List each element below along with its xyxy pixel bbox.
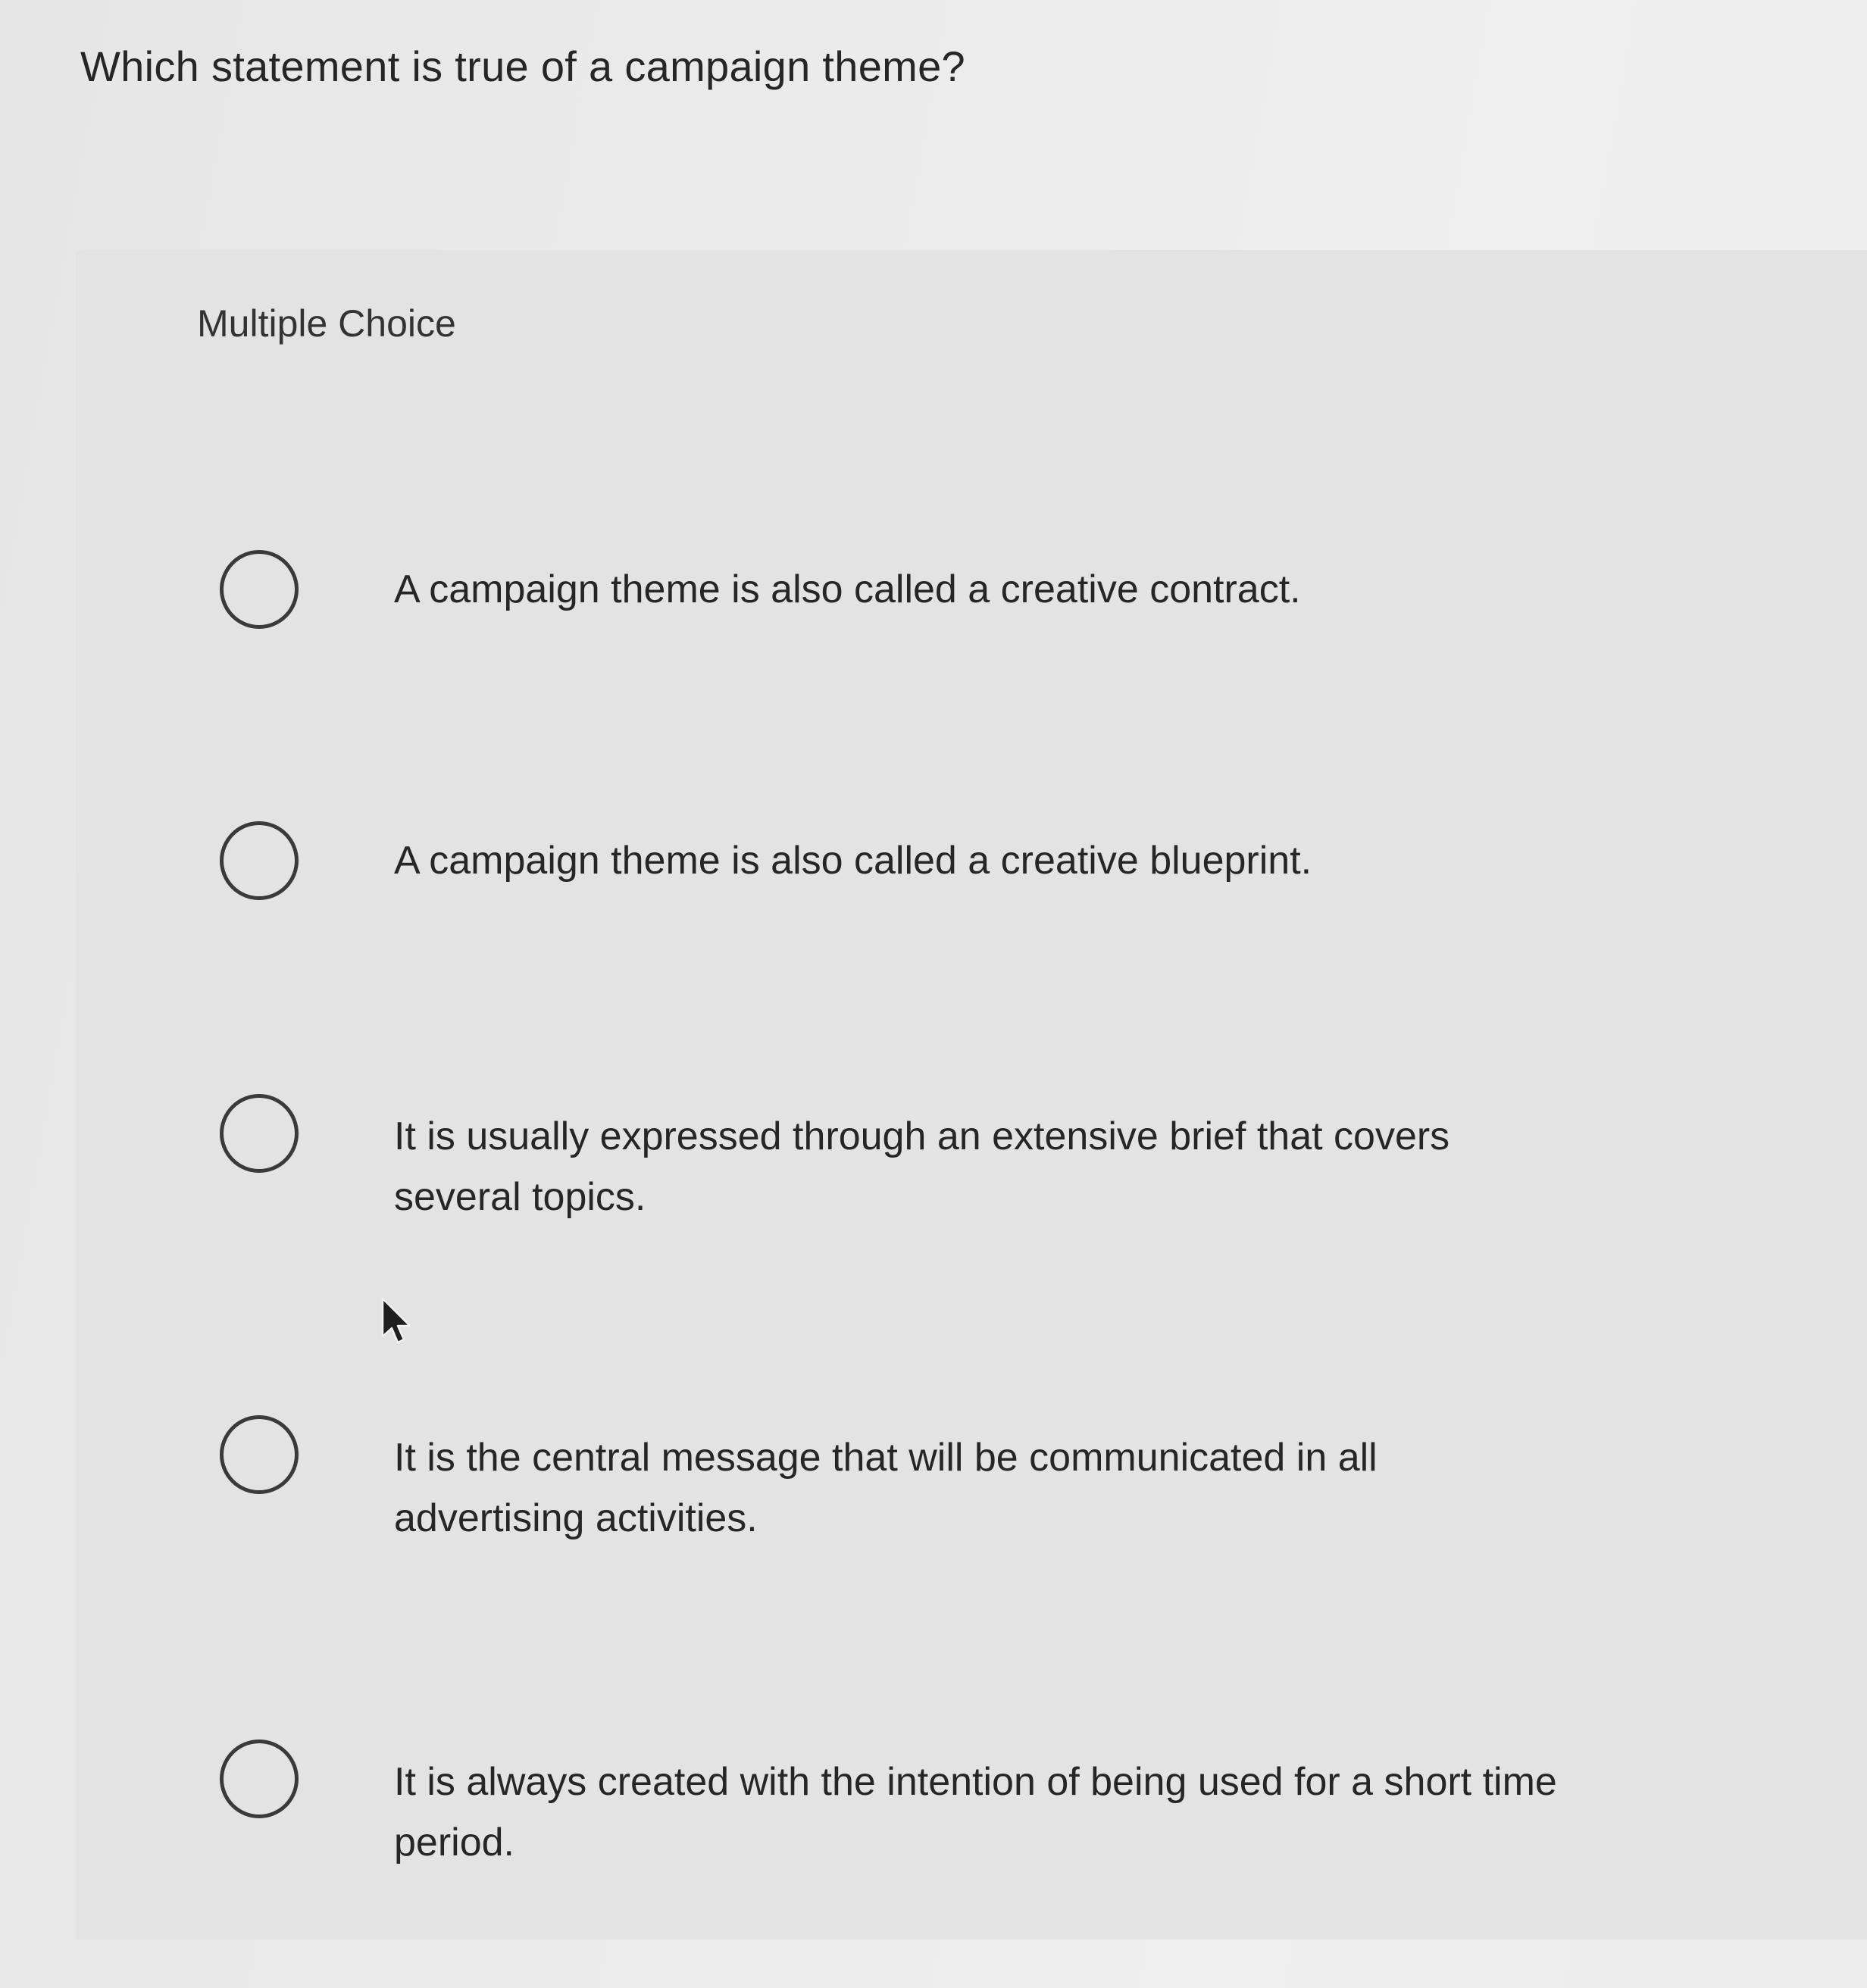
answer-list: A campaign theme is also called a creati… [0, 0, 1867, 1988]
answer-option-3[interactable]: It is usually expressed through an exten… [205, 1091, 1644, 1227]
mouse-pointer-icon [381, 1297, 411, 1344]
answer-option-1[interactable]: A campaign theme is also called a creati… [205, 547, 1644, 638]
radio-unchecked-icon[interactable] [220, 821, 299, 900]
answer-option-5[interactable]: It is always created with the intention … [205, 1736, 1644, 1873]
answer-text-3: It is usually expressed through an exten… [394, 1114, 1450, 1219]
answer-text-5: It is always created with the intention … [394, 1760, 1557, 1865]
answer-text-1: A campaign theme is also called a creati… [394, 567, 1301, 611]
radio-unchecked-icon[interactable] [220, 1740, 299, 1818]
radio-unchecked-icon[interactable] [220, 1094, 299, 1173]
answer-option-2[interactable]: A campaign theme is also called a creati… [205, 818, 1644, 909]
quiz-page: Which statement is true of a campaign th… [0, 0, 1867, 1988]
answer-text-4: It is the central message that will be c… [394, 1436, 1378, 1540]
radio-unchecked-icon[interactable] [220, 550, 299, 629]
radio-unchecked-icon[interactable] [220, 1415, 299, 1494]
answer-text-2: A campaign theme is also called a creati… [394, 839, 1312, 883]
answer-option-4[interactable]: It is the central message that will be c… [205, 1412, 1644, 1549]
